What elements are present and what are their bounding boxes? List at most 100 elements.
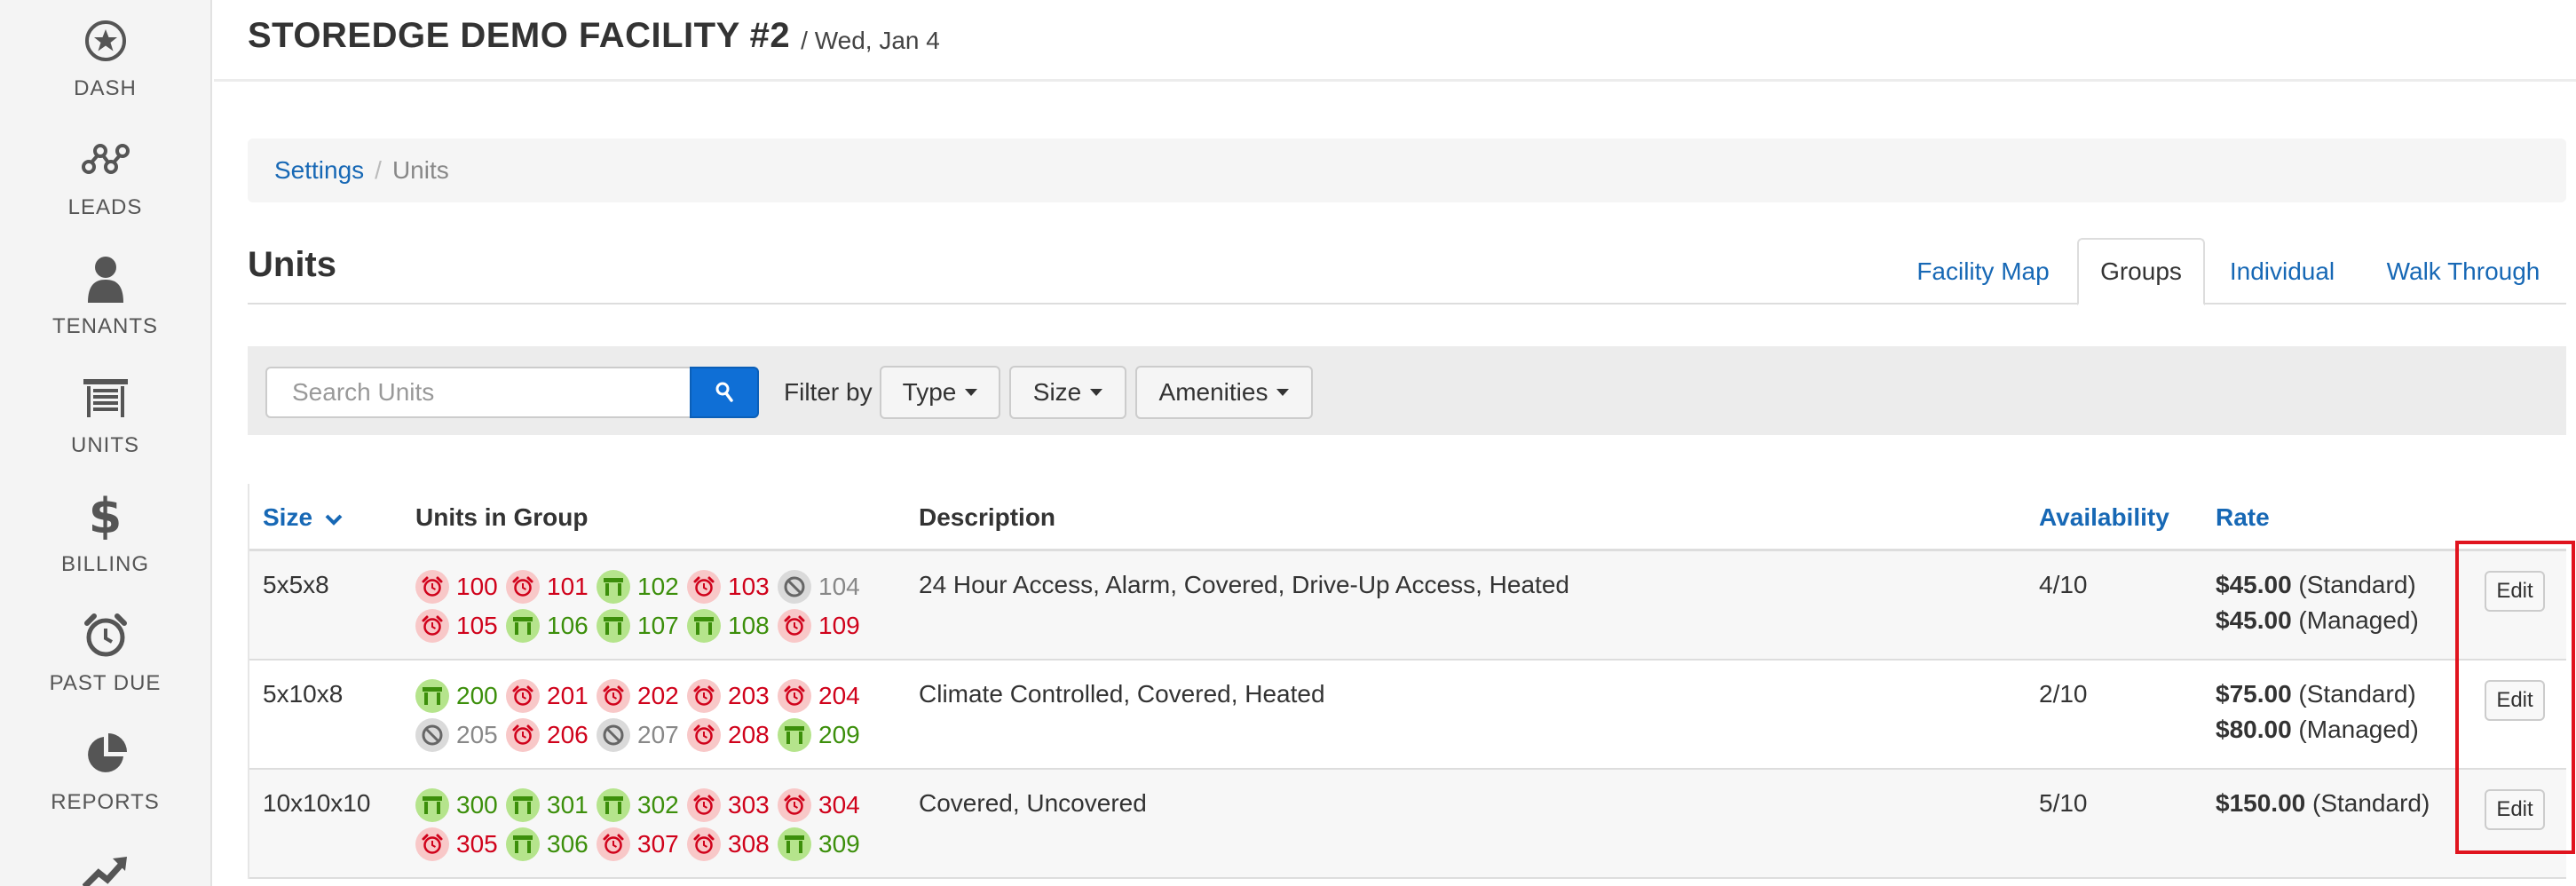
- unit-chip[interactable]: 109: [778, 606, 868, 645]
- tab-facility-map[interactable]: Facility Map: [1903, 238, 2063, 305]
- unit-chip[interactable]: 207: [597, 716, 687, 755]
- person-icon: [81, 254, 130, 304]
- unit-line: 305 306 307 308 309: [415, 825, 895, 864]
- unit-line: 100 101 102 103 104: [415, 567, 895, 606]
- amenities-dropdown[interactable]: Amenities: [1135, 366, 1313, 419]
- chevron-down-icon: [325, 514, 343, 526]
- past-due-alarm-icon: [687, 718, 721, 752]
- rate-cell: $75.00 (Standard) $80.00 (Managed): [2216, 680, 2419, 751]
- availability-column-header[interactable]: Availability: [2039, 503, 2169, 532]
- nav-past-due[interactable]: PAST DUE: [0, 611, 210, 696]
- nav-dash[interactable]: DASH: [0, 16, 210, 101]
- unit-number: 100: [456, 573, 498, 600]
- unit-line: 205 206 207 208 209: [415, 716, 895, 755]
- rate-line: $150.00 (Standard): [2216, 789, 2430, 825]
- size-cell: 5x5x8: [263, 571, 329, 598]
- search-button[interactable]: [690, 367, 759, 418]
- unit-chip[interactable]: 100: [415, 567, 506, 606]
- search-units-input[interactable]: [265, 367, 690, 418]
- caret-down-icon: [1090, 389, 1103, 396]
- past-due-alarm-icon: [415, 570, 449, 604]
- size-dropdown[interactable]: Size: [1009, 366, 1126, 419]
- type-dropdown-label: Type: [902, 378, 957, 406]
- unit-chip[interactable]: 305: [415, 825, 506, 864]
- past-due-alarm-icon: [778, 788, 811, 822]
- nav-tenants[interactable]: TENANTS: [0, 254, 210, 339]
- unit-number: 303: [728, 791, 770, 819]
- caret-down-icon: [1276, 389, 1290, 396]
- unit-chip[interactable]: 307: [597, 825, 687, 864]
- unit-chip[interactable]: 206: [506, 716, 597, 755]
- past-due-alarm-icon: [506, 679, 540, 713]
- rate-column-header[interactable]: Rate: [2216, 503, 2270, 532]
- occupied-unit-icon: [597, 788, 630, 822]
- unit-chip[interactable]: 108: [687, 606, 778, 645]
- tab-groups[interactable]: Groups: [2077, 238, 2205, 305]
- unit-chip[interactable]: 201: [506, 676, 597, 716]
- rate-cell: $45.00 (Standard) $45.00 (Managed): [2216, 571, 2419, 642]
- nodes-icon: [81, 135, 130, 185]
- rate-amount: $150.00: [2216, 789, 2306, 817]
- past-due-alarm-icon: [506, 570, 540, 604]
- rate-amount: $75.00: [2216, 680, 2292, 708]
- unit-chip[interactable]: 101: [506, 567, 597, 606]
- past-due-alarm-icon: [415, 609, 449, 643]
- unit-chip[interactable]: 303: [687, 786, 778, 825]
- nav-units[interactable]: UNITS: [0, 373, 210, 458]
- unit-chip[interactable]: 304: [778, 786, 868, 825]
- unit-chip[interactable]: 107: [597, 606, 687, 645]
- unit-chip[interactable]: 306: [506, 825, 597, 864]
- occupied-unit-icon: [506, 788, 540, 822]
- unit-chip[interactable]: 204: [778, 676, 868, 716]
- unit-number: 208: [728, 721, 770, 748]
- unit-chip[interactable]: 308: [687, 825, 778, 864]
- availability-cell: 4/10: [2039, 571, 2088, 598]
- unit-chip[interactable]: 103: [687, 567, 778, 606]
- header-date: / Wed, Jan 4: [801, 27, 940, 54]
- unit-chip[interactable]: 104: [778, 567, 868, 606]
- unit-number: 309: [818, 830, 860, 858]
- nav-reports[interactable]: REPORTS: [0, 730, 210, 815]
- unit-chip[interactable]: 309: [778, 825, 868, 864]
- nav-billing[interactable]: $ BILLING: [0, 492, 210, 577]
- unit-chip[interactable]: 202: [597, 676, 687, 716]
- star-circle-icon: [81, 16, 130, 66]
- unit-chip[interactable]: 205: [415, 716, 506, 755]
- units-column-header: Units in Group: [415, 503, 589, 531]
- pie-chart-icon: [81, 730, 130, 779]
- tab-walk-through[interactable]: Walk Through: [2372, 238, 2555, 305]
- unit-chip[interactable]: 203: [687, 676, 778, 716]
- occupied-unit-icon: [597, 570, 630, 604]
- units-in-group: 100 101 102 103 104 105 106 107 108 109: [415, 567, 895, 645]
- top-bar: STOREDGE DEMO FACILITY #2 / Wed, Jan 4: [214, 0, 2576, 82]
- unit-chip[interactable]: 301: [506, 786, 597, 825]
- occupied-unit-icon: [415, 679, 449, 713]
- occupied-unit-icon: [597, 609, 630, 643]
- unit-chip[interactable]: 209: [778, 716, 868, 755]
- size-dropdown-label: Size: [1032, 378, 1082, 406]
- unit-chip[interactable]: 106: [506, 606, 597, 645]
- unit-chip[interactable]: 102: [597, 567, 687, 606]
- unit-chip[interactable]: 300: [415, 786, 506, 825]
- unit-chip[interactable]: 208: [687, 716, 778, 755]
- breadcrumb-settings-link[interactable]: Settings: [274, 156, 364, 185]
- unit-chip[interactable]: 105: [415, 606, 506, 645]
- filter-by-label: Filter by: [784, 378, 873, 406]
- type-dropdown[interactable]: Type: [880, 366, 1000, 419]
- page-title: Units: [248, 245, 336, 284]
- unit-number: 209: [818, 721, 860, 748]
- unit-chip[interactable]: 302: [597, 786, 687, 825]
- occupied-unit-icon: [687, 609, 721, 643]
- nav-leads[interactable]: LEADS: [0, 135, 210, 220]
- rate-type: (Standard): [2298, 680, 2416, 708]
- unit-chip[interactable]: 200: [415, 676, 506, 716]
- size-column-header[interactable]: Size: [263, 503, 343, 532]
- nav-units-label: UNITS: [71, 433, 139, 457]
- nav-trends[interactable]: [0, 849, 210, 886]
- nav-reports-label: REPORTS: [51, 790, 160, 814]
- rate-line: $45.00 (Standard): [2216, 571, 2419, 606]
- tab-individual[interactable]: Individual: [2216, 238, 2349, 305]
- past-due-alarm-icon: [778, 609, 811, 643]
- unavailable-icon: [597, 718, 630, 752]
- occupied-unit-icon: [415, 788, 449, 822]
